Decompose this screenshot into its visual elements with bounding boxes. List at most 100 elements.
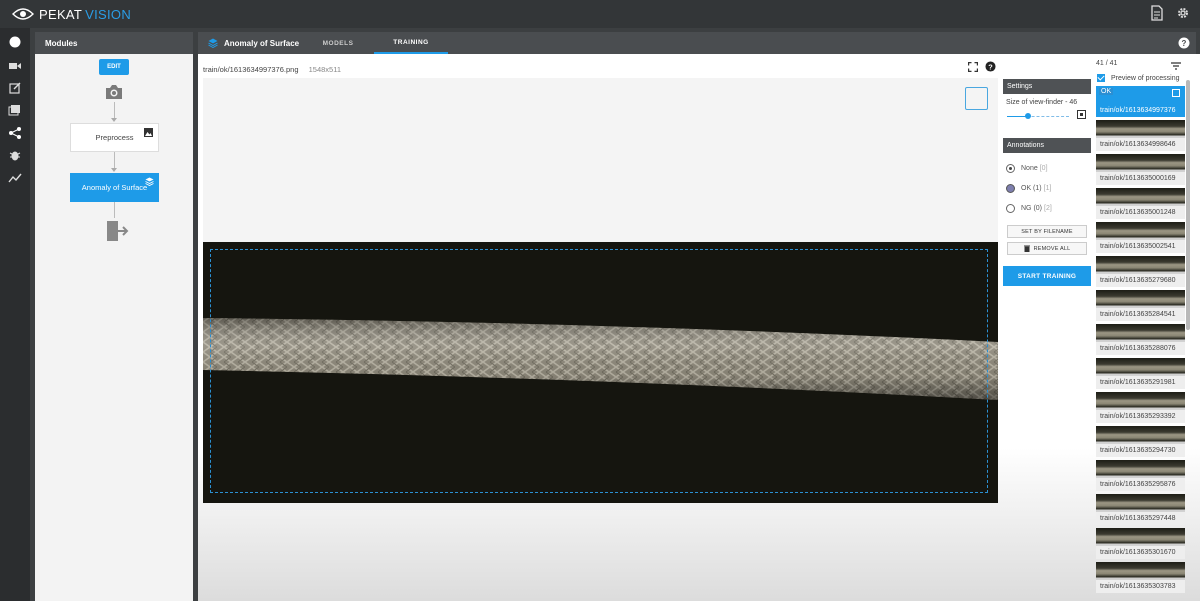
svg-text:?: ? — [1182, 39, 1187, 48]
brand-name-left: PEKAT — [39, 6, 83, 22]
thumbnail-filename: train/ok/1613635297448 — [1096, 512, 1185, 525]
help-icon[interactable]: ? — [985, 61, 996, 72]
annotation-count: [1] — [1043, 184, 1052, 192]
annotation-option-ng[interactable]: NG (0) [2] — [1003, 198, 1091, 218]
thumbnail-filename: train/ok/1613634997376 — [1096, 104, 1185, 117]
remove-all-button[interactable]: REMOVE ALL — [1007, 242, 1087, 255]
help-icon[interactable]: ? — [1178, 37, 1190, 49]
set-by-filename-button[interactable]: SET BY FILENAME — [1007, 225, 1087, 238]
image-info: train/ok/1613634997376.png 1548x511 — [203, 65, 341, 74]
module-title: Anomaly of Surface — [224, 38, 300, 48]
view-finder-label: Size of view-finder - 46 — [1006, 99, 1078, 106]
document-icon[interactable] — [1150, 5, 1164, 21]
region-of-interest[interactable] — [210, 249, 988, 493]
module-node-label: Preprocess — [95, 133, 134, 142]
top-bar: PEKAT VISION — [0, 0, 1200, 28]
remove-all-label: REMOVE ALL — [1033, 245, 1071, 252]
checkbox[interactable] — [1097, 74, 1105, 82]
annotation-option-ok[interactable]: OK (1) [1] — [1003, 178, 1091, 198]
thumbnail-item[interactable]: train/ok/1613635294730 — [1096, 426, 1185, 457]
training-image[interactable] — [203, 242, 998, 503]
module-node-preprocess[interactable]: Preprocess — [70, 123, 159, 152]
thumbnail-filename: train/ok/1613635294730 — [1096, 444, 1185, 457]
annotation-label: None — [1021, 164, 1038, 172]
thumbnail-item[interactable]: train/ok/1613634998646 — [1096, 120, 1185, 151]
edit-icon[interactable] — [8, 81, 22, 95]
modules-header: Modules — [35, 32, 193, 54]
svg-text:?: ? — [988, 62, 993, 71]
main-header: Anomaly of Surface MODELS TRAINING ? — [198, 32, 1196, 54]
annotation-count: [0] — [1039, 164, 1048, 172]
layers-icon — [145, 177, 154, 186]
edit-button[interactable]: EDIT — [99, 59, 129, 75]
image-icon — [144, 128, 153, 137]
thumbnail-item[interactable]: train/ok/1613635301670 — [1096, 528, 1185, 559]
chart-line-icon[interactable] — [8, 171, 22, 185]
thumbnail-scrollbar[interactable] — [1186, 80, 1190, 330]
images-icon[interactable] — [8, 103, 22, 117]
start-training-button[interactable]: START TRAINING — [1003, 266, 1091, 286]
eye-logo-icon — [12, 8, 34, 20]
thumbnail-item[interactable]: train/ok/1613635288076 — [1096, 324, 1185, 355]
ok-badge: OK — [1099, 88, 1114, 95]
video-camera-icon[interactable] — [8, 59, 22, 73]
annotation-label: OK (1) — [1021, 184, 1042, 192]
thumbnail-filename: train/ok/1613634998646 — [1096, 138, 1185, 151]
thumbnail-filename: train/ok/1613635303783 — [1096, 580, 1185, 593]
brand-logo: PEKAT VISION — [12, 7, 131, 22]
thumbnail-item[interactable]: train/ok/1613635001248 — [1096, 188, 1185, 219]
slider-handle[interactable] — [1025, 113, 1031, 119]
bug-icon[interactable] — [8, 148, 22, 162]
share-icon[interactable] — [8, 126, 22, 140]
flow-arrow — [111, 118, 117, 122]
thumbnail-filename: train/ok/1613635000169 — [1096, 172, 1185, 185]
circle-icon[interactable] — [8, 35, 22, 49]
thumbnail-item[interactable]: train/ok/1613635303783 — [1096, 562, 1185, 593]
thumbnail-item[interactable]: train/ok/1613635284541 — [1096, 290, 1185, 321]
thumbnail-item[interactable]: train/ok/1613635295876 — [1096, 460, 1185, 491]
modules-panel: Modules EDIT Preprocess Anomaly of Surfa… — [35, 32, 193, 601]
exit-door-icon[interactable] — [105, 219, 129, 243]
thumbnail-filename: train/ok/1613635291981 — [1096, 376, 1185, 389]
thumbnail-item[interactable]: train/ok/1613635000169 — [1096, 154, 1185, 185]
module-node-label: Anomaly of Surface — [81, 183, 148, 192]
thumbnail-item[interactable]: train/ok/1613635297448 — [1096, 494, 1185, 525]
resize-icon[interactable] — [1077, 110, 1086, 119]
image-path: train/ok/1613634997376.png — [203, 65, 299, 74]
thumbnail-item[interactable]: OK train/ok/1613634997376 — [1096, 86, 1185, 117]
layers-icon — [208, 38, 218, 48]
annotation-label: NG (0) — [1021, 204, 1042, 212]
thumbnail-item[interactable]: train/ok/1613635279680 — [1096, 256, 1185, 287]
view-finder-preview — [965, 87, 988, 110]
camera-icon[interactable] — [105, 84, 123, 100]
thumbnail-item[interactable]: train/ok/1613635002541 — [1096, 222, 1185, 253]
image-dimensions: 1548x511 — [308, 65, 342, 74]
tab-training[interactable]: TRAINING — [374, 32, 448, 54]
radio-button[interactable] — [1006, 163, 1015, 173]
preview-processing-toggle[interactable]: Preview of processing — [1097, 74, 1179, 82]
radio-button[interactable] — [1006, 203, 1015, 213]
trash-icon — [1023, 245, 1030, 252]
settings-panel: Settings Size of view-finder - 46 — [1003, 79, 1091, 122]
thumbnail-filename: train/ok/1613635001248 — [1096, 206, 1185, 219]
fullscreen-icon[interactable] — [968, 62, 978, 72]
flow-arrow — [111, 168, 117, 172]
brand-name-right: VISION — [85, 6, 132, 22]
preview-processing-label: Preview of processing — [1111, 74, 1180, 82]
select-checkbox[interactable] — [1172, 89, 1180, 97]
thumbnail-filename: train/ok/1613635288076 — [1096, 342, 1185, 355]
module-node-anomaly-of-surface[interactable]: Anomaly of Surface — [70, 173, 159, 202]
gear-icon[interactable] — [1176, 5, 1190, 21]
flow-connector — [114, 202, 115, 218]
radio-button[interactable] — [1006, 183, 1015, 193]
filter-icon[interactable] — [1171, 62, 1181, 70]
thumbnail-filename: train/ok/1613635284541 — [1096, 308, 1185, 321]
thumbnail-item[interactable]: train/ok/1613635293392 — [1096, 392, 1185, 423]
thumbnail-filename: train/ok/1613635295876 — [1096, 478, 1185, 491]
view-finder-slider[interactable] — [1003, 108, 1091, 122]
annotation-option-none[interactable]: None [0] — [1003, 158, 1091, 178]
tab-models[interactable]: MODELS — [308, 32, 368, 54]
thumbnail-list[interactable]: OK train/ok/1613634997376 train/ok/16136… — [1096, 86, 1185, 601]
thumbnail-item[interactable]: train/ok/1613635291981 — [1096, 358, 1185, 389]
thumbnail-filename: train/ok/1613635279680 — [1096, 274, 1185, 287]
